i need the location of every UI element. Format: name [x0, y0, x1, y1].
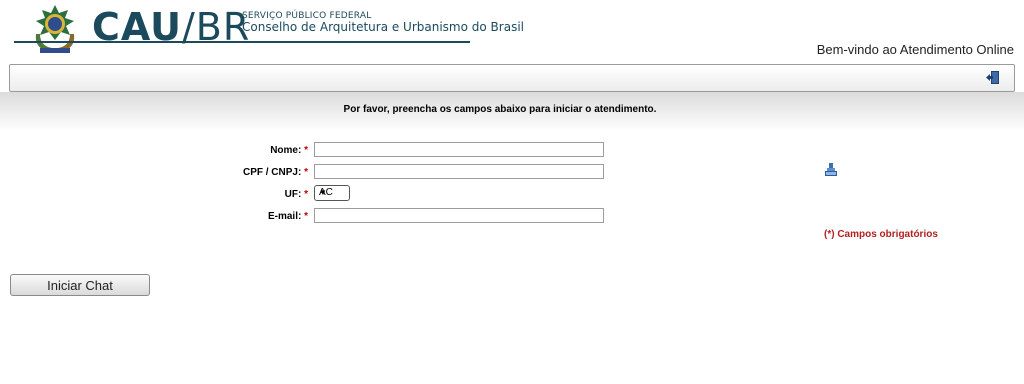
- exit-door-icon[interactable]: [986, 71, 1000, 84]
- cpf-cnpj-input[interactable]: [314, 164, 604, 179]
- uf-label-text: UF:: [284, 189, 302, 200]
- email-label-text: E-mail:: [267, 211, 302, 222]
- welcome-text: Bem-vindo ao Atendimento Online: [816, 42, 1014, 57]
- email-label: E-mail: *: [268, 211, 308, 222]
- row-name: Nome: *: [0, 142, 1024, 162]
- required-mark: *: [304, 145, 308, 156]
- cau-br-logo: CAU/BR: [92, 4, 250, 50]
- required-mark: *: [304, 189, 308, 200]
- row-cpf: CPF / CNPJ: *: [0, 164, 1024, 184]
- brazil-coat-of-arms-icon: [35, 5, 75, 53]
- toolbar: [9, 64, 1015, 92]
- name-label: Nome: *: [270, 145, 308, 156]
- cpf-label-text: CPF / CNPJ:: [242, 167, 302, 178]
- start-chat-button[interactable]: Iniciar Chat: [10, 274, 150, 296]
- required-fields-note: (*) Campos obrigatórios: [824, 229, 938, 240]
- email-input[interactable]: [314, 208, 604, 223]
- header-divider: [14, 41, 470, 43]
- name-input[interactable]: [314, 142, 604, 157]
- row-email: E-mail: *: [0, 208, 1024, 228]
- instruction-text: Por favor, preencha os campos abaixo par…: [343, 104, 657, 115]
- required-mark: *: [304, 167, 308, 178]
- uf-select[interactable]: AC ▼: [314, 185, 350, 201]
- row-uf: UF: * AC ▼: [0, 185, 1024, 206]
- uf-label: UF: *: [285, 189, 308, 200]
- org-line-council: Conselho de Arquitetura e Urbanismo do B…: [242, 20, 524, 34]
- page-header: CAU/BR SERVIÇO PÚBLICO FEDERAL Conselho …: [0, 0, 1024, 60]
- required-mark: *: [304, 211, 308, 222]
- virtual-keyboard-icon[interactable]: [824, 163, 838, 177]
- chevron-down-icon: ▼: [319, 188, 327, 197]
- cpf-label: CPF / CNPJ: *: [243, 167, 308, 178]
- name-label-text: Nome:: [270, 145, 302, 156]
